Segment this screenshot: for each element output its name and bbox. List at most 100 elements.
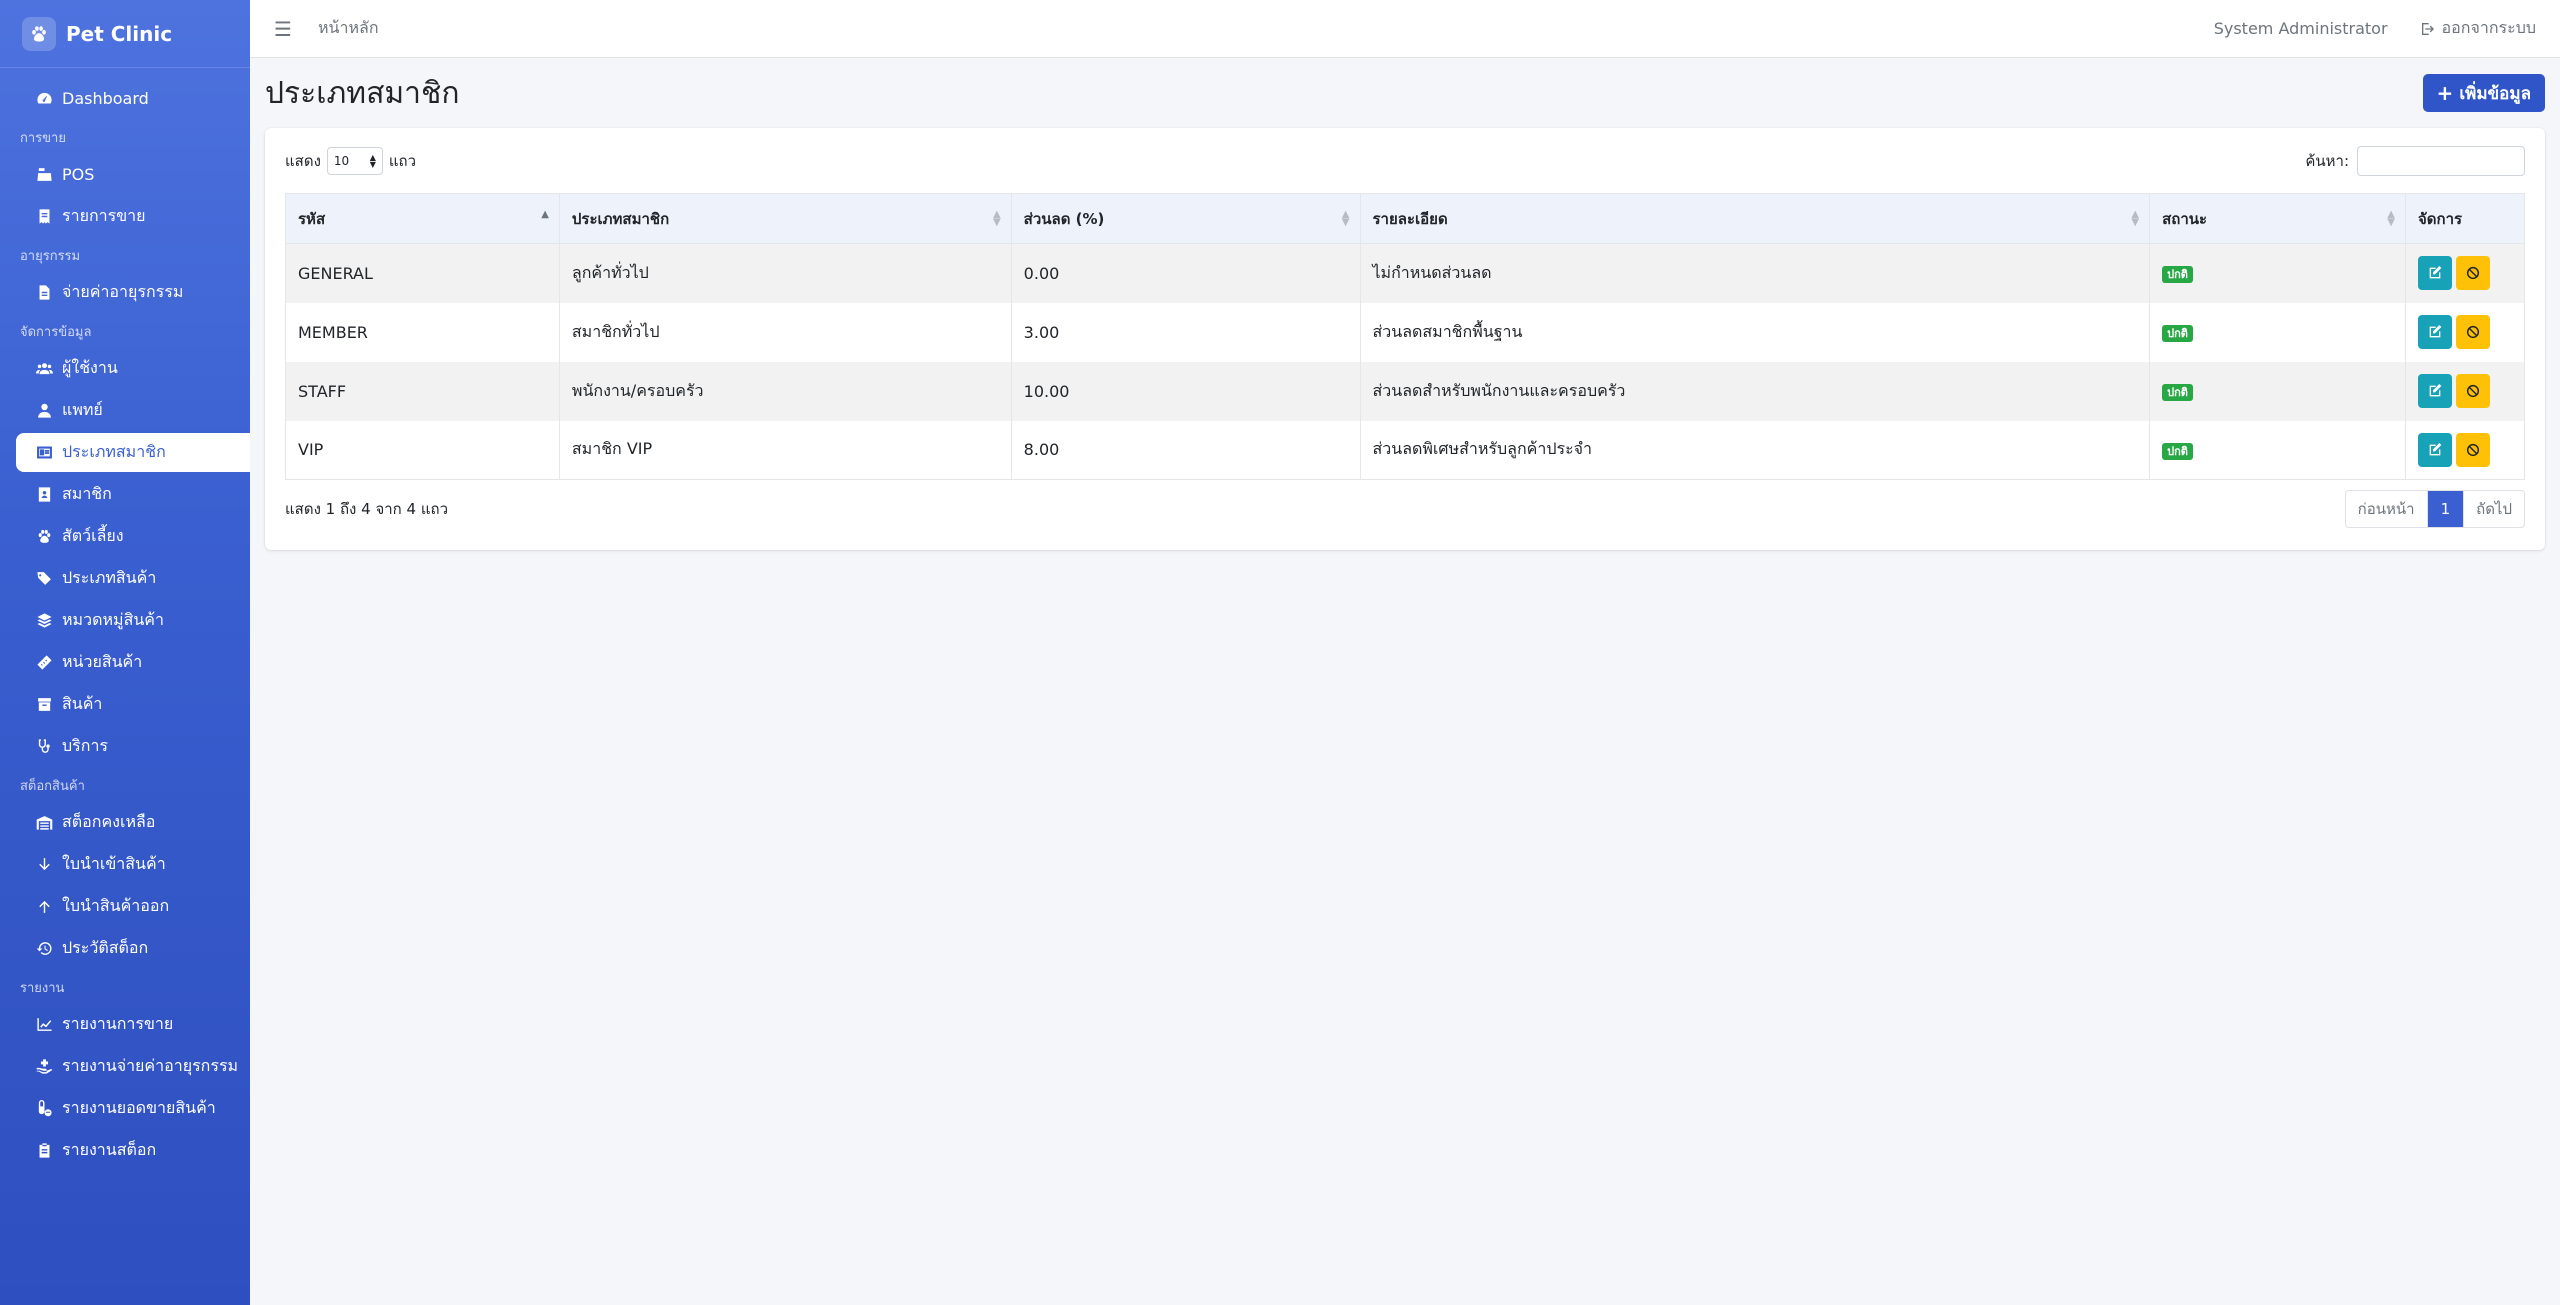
ban-icon <box>2466 267 2480 280</box>
cell-actions <box>2404 302 2526 362</box>
status-badge: ปกติ <box>2162 266 2193 284</box>
sidebar-item-stock-history[interactable]: ประวัติสต็อก <box>16 929 250 968</box>
sign-out-icon <box>2421 22 2434 35</box>
sort-asc-icon: ▲ <box>541 209 549 220</box>
cell-detail: ส่วนลดพิเศษสำหรับลูกค้าประจำ <box>1359 420 2151 480</box>
sidebar-item-pos[interactable]: POS <box>16 155 250 194</box>
sidebar: Pet Clinic Dashboard การขาย POS รายการขา… <box>0 0 250 1305</box>
cell-type: พนักงาน/ครอบครัว <box>558 361 1012 421</box>
pagination-prev[interactable]: ก่อนหน้า <box>2346 491 2428 527</box>
sidebar-item-dashboard[interactable]: Dashboard <box>16 79 250 118</box>
sidebar-item-stock-in[interactable]: ใบนำเข้าสินค้า <box>16 845 250 884</box>
edit-button[interactable] <box>2417 256 2452 291</box>
cell-type: สมาชิกทั่วไป <box>558 302 1012 362</box>
status-badge: ปกติ <box>2162 442 2193 460</box>
sidebar-item-label: POS <box>62 165 95 184</box>
table-footer: แสดง 1 ถึง 4 จาก 4 แถว ก่อนหน้า 1 ถัดไป <box>285 490 2525 528</box>
column-header-detail[interactable]: รายละเอียด ▲ ▼ <box>1359 193 2151 244</box>
sidebar-item-users[interactable]: ผู้ใช้งาน <box>16 349 250 388</box>
sidebar-section-sales: การขาย <box>20 131 66 146</box>
status-badge: ปกติ <box>2162 325 2193 342</box>
logout-link[interactable]: ออกจากระบบ <box>2420 16 2536 41</box>
sidebar-item-label: รายงานการขาย <box>62 1014 174 1033</box>
user-doctor-icon <box>34 401 54 421</box>
sidebar-item-label: ประเภทสมาชิก <box>62 442 166 461</box>
sidebar-item-label: ประวัติสต็อก <box>62 938 149 957</box>
sidebar-item-doctors[interactable]: แพทย์ <box>16 391 250 430</box>
sidebar-item-product-categories[interactable]: หมวดหมู่สินค้า <box>16 601 250 640</box>
column-header-label: ประเภทสมาชิก <box>571 209 670 228</box>
gauge-icon <box>34 89 54 109</box>
sidebar-item-label: สินค้า <box>62 694 103 713</box>
arrow-down-icon <box>34 855 54 875</box>
sidebar-item-stock-out[interactable]: ใบนำสินค้าออก <box>16 887 250 926</box>
users-icon <box>34 359 54 379</box>
table-row: GENERAL ลูกค้าทั่วไป 0.00 ไม่กำหนดส่วนลด… <box>285 243 2526 303</box>
sidebar-item-report-product-sales[interactable]: รายงานยอดขายสินค้า <box>16 1089 250 1128</box>
table-row: MEMBER สมาชิกทั่วไป 3.00 ส่วนลดสมาชิกพื้… <box>285 302 2526 362</box>
sidebar-item-services[interactable]: บริการ <box>16 727 250 766</box>
current-user[interactable]: System Administrator <box>2214 19 2388 38</box>
sidebar-item-label: บริการ <box>62 736 109 755</box>
sidebar-section-manage: จัดการข้อมูล <box>20 325 92 340</box>
length-suffix: แถว <box>388 152 417 170</box>
brand[interactable]: Pet Clinic <box>0 0 250 68</box>
page-length-select[interactable]: 10 ▲ ▼ <box>326 147 383 175</box>
sidebar-item-label: หน่วยสินค้า <box>62 652 143 671</box>
disable-button[interactable] <box>2455 315 2490 349</box>
edit-button[interactable] <box>2417 432 2452 467</box>
cell-code: GENERAL <box>285 243 560 303</box>
sidebar-item-label: รายงานสต็อก <box>62 1140 157 1159</box>
receipt-icon <box>34 207 54 227</box>
sidebar-section-stock: สต็อกสินค้า <box>20 779 85 794</box>
sidebar-item-label: ใบนำเข้าสินค้า <box>62 854 166 873</box>
sidebar-item-sales-list[interactable]: รายการขาย <box>16 197 250 236</box>
cell-detail: ไม่กำหนดส่วนลด <box>1359 243 2151 303</box>
edit-button[interactable] <box>2417 315 2452 349</box>
paw-icon <box>22 16 56 51</box>
hamburger-menu-icon[interactable]: ☰ <box>274 17 296 41</box>
brand-name: Pet Clinic <box>66 21 173 46</box>
column-header-status[interactable]: สถานะ ▲ ▼ <box>2149 193 2406 244</box>
member-types-table: รหัส ▲ ประเภทสมาชิก ▲ ▼ ส่วนลด (%) ▲ ▼ รายละเ… <box>285 193 2526 480</box>
address-book-icon <box>34 485 54 505</box>
ban-icon <box>2466 384 2480 398</box>
sidebar-item-product-types[interactable]: ประเภทสินค้า <box>16 559 250 598</box>
pagination: ก่อนหน้า 1 ถัดไป <box>2344 490 2525 528</box>
column-header-label: จัดการ <box>2417 209 2463 228</box>
disable-button[interactable] <box>2455 374 2490 408</box>
page-length-value: 10 <box>333 154 350 168</box>
add-button[interactable]: + เพิ่มข้อมูล <box>2422 74 2545 112</box>
sidebar-item-product-units[interactable]: หน่วยสินค้า <box>16 643 250 682</box>
column-header-type[interactable]: ประเภทสมาชิก ▲ ▼ <box>558 193 1012 244</box>
topbar: ☰ หน้าหลัก System Administrator ออกจากระ… <box>250 0 2560 58</box>
column-header-code[interactable]: รหัส ▲ <box>285 193 560 244</box>
column-header-discount[interactable]: ส่วนลด (%) ▲ ▼ <box>1010 193 1361 244</box>
cash-register-icon <box>34 165 54 185</box>
pagination-page-1[interactable]: 1 <box>2427 491 2464 527</box>
sidebar-item-report-surgery[interactable]: รายงานจ่ายค่าอายุรกรรม <box>16 1047 250 1086</box>
column-header-label: ส่วนลด (%) <box>1023 209 1105 228</box>
sidebar-item-products[interactable]: สินค้า <box>16 685 250 724</box>
sidebar-item-report-sales[interactable]: รายงานการขาย <box>16 1005 250 1044</box>
sidebar-item-label: ใบนำสินค้าออก <box>62 896 170 915</box>
search-input[interactable] <box>2357 146 2525 176</box>
sidebar-item-stock-remaining[interactable]: สต็อกคงเหลือ <box>16 803 250 842</box>
edit-button[interactable] <box>2417 374 2452 408</box>
pagination-next[interactable]: ถัดไป <box>2463 491 2524 527</box>
sidebar-item-pay-surgery[interactable]: จ่ายค่าอายุรกรรม <box>16 273 250 312</box>
table-info: แสดง 1 ถึง 4 จาก 4 แถว <box>285 500 449 518</box>
sidebar-item-pets[interactable]: สัตว์เลี้ยง <box>16 517 250 556</box>
sidebar-item-members[interactable]: สมาชิก <box>16 475 250 514</box>
data-card: แสดง 10 ▲ ▼ แถว ค้นหา: รหัส ▲ ประเภทสมาชิก… <box>265 128 2545 550</box>
paw-icon <box>34 527 54 547</box>
disable-button[interactable] <box>2455 256 2490 291</box>
sidebar-item-report-stock[interactable]: รายงานสต็อก <box>16 1131 250 1170</box>
cell-status: ปกติ <box>2149 302 2406 362</box>
home-link[interactable]: หน้าหลัก <box>318 16 379 41</box>
id-card-icon <box>34 443 54 463</box>
table-row: STAFF พนักงาน/ครอบครัว 10.00 ส่วนลดสำหรั… <box>285 361 2526 421</box>
sidebar-item-member-types[interactable]: ประเภทสมาชิก <box>16 433 250 472</box>
disable-button[interactable] <box>2455 432 2490 467</box>
layers-icon <box>34 611 54 631</box>
